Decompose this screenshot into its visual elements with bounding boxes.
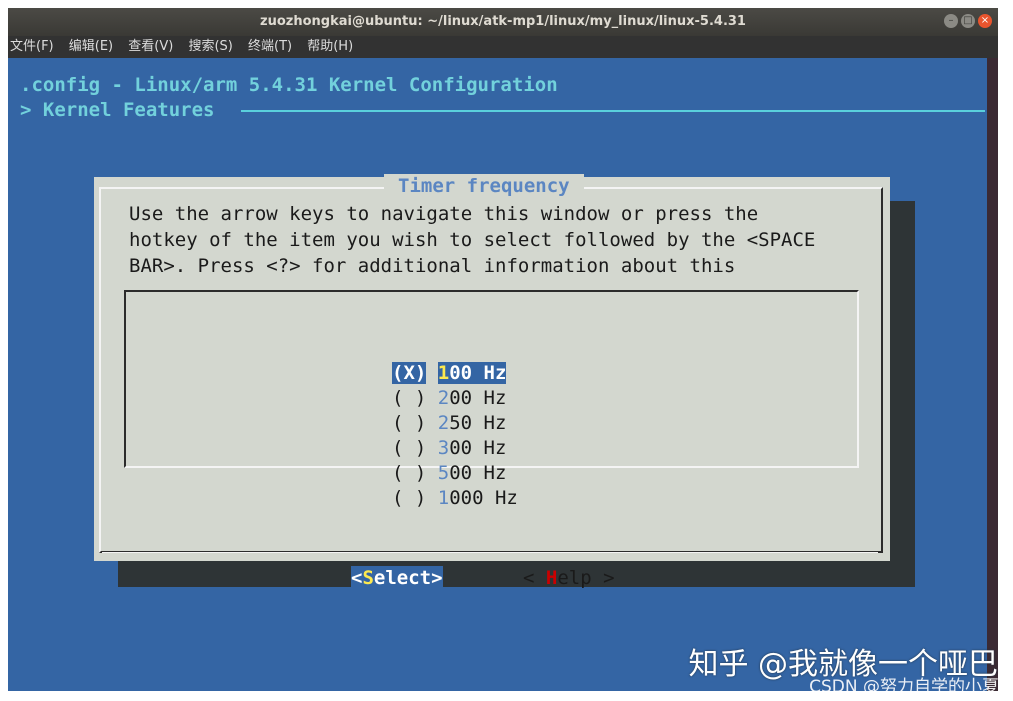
select-text: elect> [373,567,443,589]
timer-frequency-dialog: Timer frequency Use the arrow keys to na… [94,174,890,591]
radio-unselected[interactable]: ( ) [392,462,426,484]
option-hotkey: 5 [437,462,450,484]
option-label: 300 Hz [438,437,507,459]
dialog-title: Timer frequency [384,174,584,199]
option-label: 100 Hz [437,362,507,384]
window-title: zuozhongkai@ubuntu: ~/linux/atk-mp1/linu… [260,14,746,29]
option-label: 250 Hz [438,412,507,434]
maximize-icon[interactable]: □ [961,14,975,28]
option-250hz[interactable]: ( ) 250 Hz [392,411,506,436]
option-label: 1000 Hz [438,487,518,509]
csdn-watermark: CSDN @努力自学的小夏 [809,677,999,697]
option-200hz[interactable]: ( ) 200 Hz [392,386,506,411]
menubar: 文件(F) 编辑(E) 查看(V) 搜索(S) 终端(T) 帮助(H) [8,36,998,58]
option-1000hz[interactable]: ( ) 1000 Hz [392,486,518,511]
option-text: 000 Hz [449,487,518,509]
menu-view[interactable]: 查看(V) [128,36,173,58]
option-text: 00 Hz [449,437,507,459]
select-button[interactable]: <Select> [351,566,443,591]
option-100hz[interactable]: (X) 100 Hz [392,361,507,386]
terminal-area[interactable]: .config - Linux/arm 5.4.31 Kernel Config… [8,58,987,691]
window-controls: – □ × [944,14,992,28]
menu-terminal[interactable]: 终端(T) [248,36,292,58]
instruction-line: hotkey of the item you wish to select fo… [129,229,816,251]
radio-unselected[interactable]: ( ) [392,387,426,409]
help-text: elp > [557,567,615,589]
option-text: 00 Hz [449,462,507,484]
option-hotkey: 1 [437,362,450,384]
option-hotkey: 2 [437,387,450,409]
help-button[interactable]: < Help > [523,566,615,591]
radio-unselected[interactable]: ( ) [392,412,426,434]
config-title: .config - Linux/arm 5.4.31 Kernel Config… [20,74,558,96]
menu-file[interactable]: 文件(F) [10,36,54,58]
option-hotkey: 1 [437,487,450,509]
menu-help[interactable]: 帮助(H) [307,36,353,58]
option-label: 500 Hz [438,462,507,484]
radio-selected[interactable]: (X) [392,362,427,384]
minimize-icon[interactable]: – [944,14,958,28]
option-text: 00 Hz [449,362,507,384]
option-text: 00 Hz [449,387,507,409]
option-label: 200 Hz [438,387,507,409]
option-300hz[interactable]: ( ) 300 Hz [392,436,506,461]
radio-unselected[interactable]: ( ) [392,437,426,459]
instruction-line: Use the arrow keys to navigate this wind… [129,203,759,225]
close-icon[interactable]: × [978,14,992,28]
button-separator-shadow [102,551,878,552]
terminal-window: zuozhongkai@ubuntu: ~/linux/atk-mp1/linu… [8,8,998,691]
breadcrumb: > Kernel Features [20,99,215,121]
button-bracket: < [523,567,546,589]
select-hotkey: S [362,567,374,589]
window-titlebar[interactable]: zuozhongkai@ubuntu: ~/linux/atk-mp1/linu… [8,8,998,36]
radio-unselected[interactable]: ( ) [392,487,426,509]
option-500hz[interactable]: ( ) 500 Hz [392,461,506,486]
button-bracket: < [351,567,363,589]
breadcrumb-rule [241,110,985,112]
menu-edit[interactable]: 编辑(E) [69,36,113,58]
option-text: 50 Hz [449,412,507,434]
menu-search[interactable]: 搜索(S) [188,36,232,58]
terminal-scrollbar[interactable] [987,58,998,691]
dialog-instructions: Use the arrow keys to navigate this wind… [129,201,815,279]
help-hotkey: H [545,567,558,589]
option-hotkey: 2 [437,412,450,434]
option-hotkey: 3 [437,437,450,459]
instruction-line: BAR>. Press <?> for additional informati… [129,255,736,277]
